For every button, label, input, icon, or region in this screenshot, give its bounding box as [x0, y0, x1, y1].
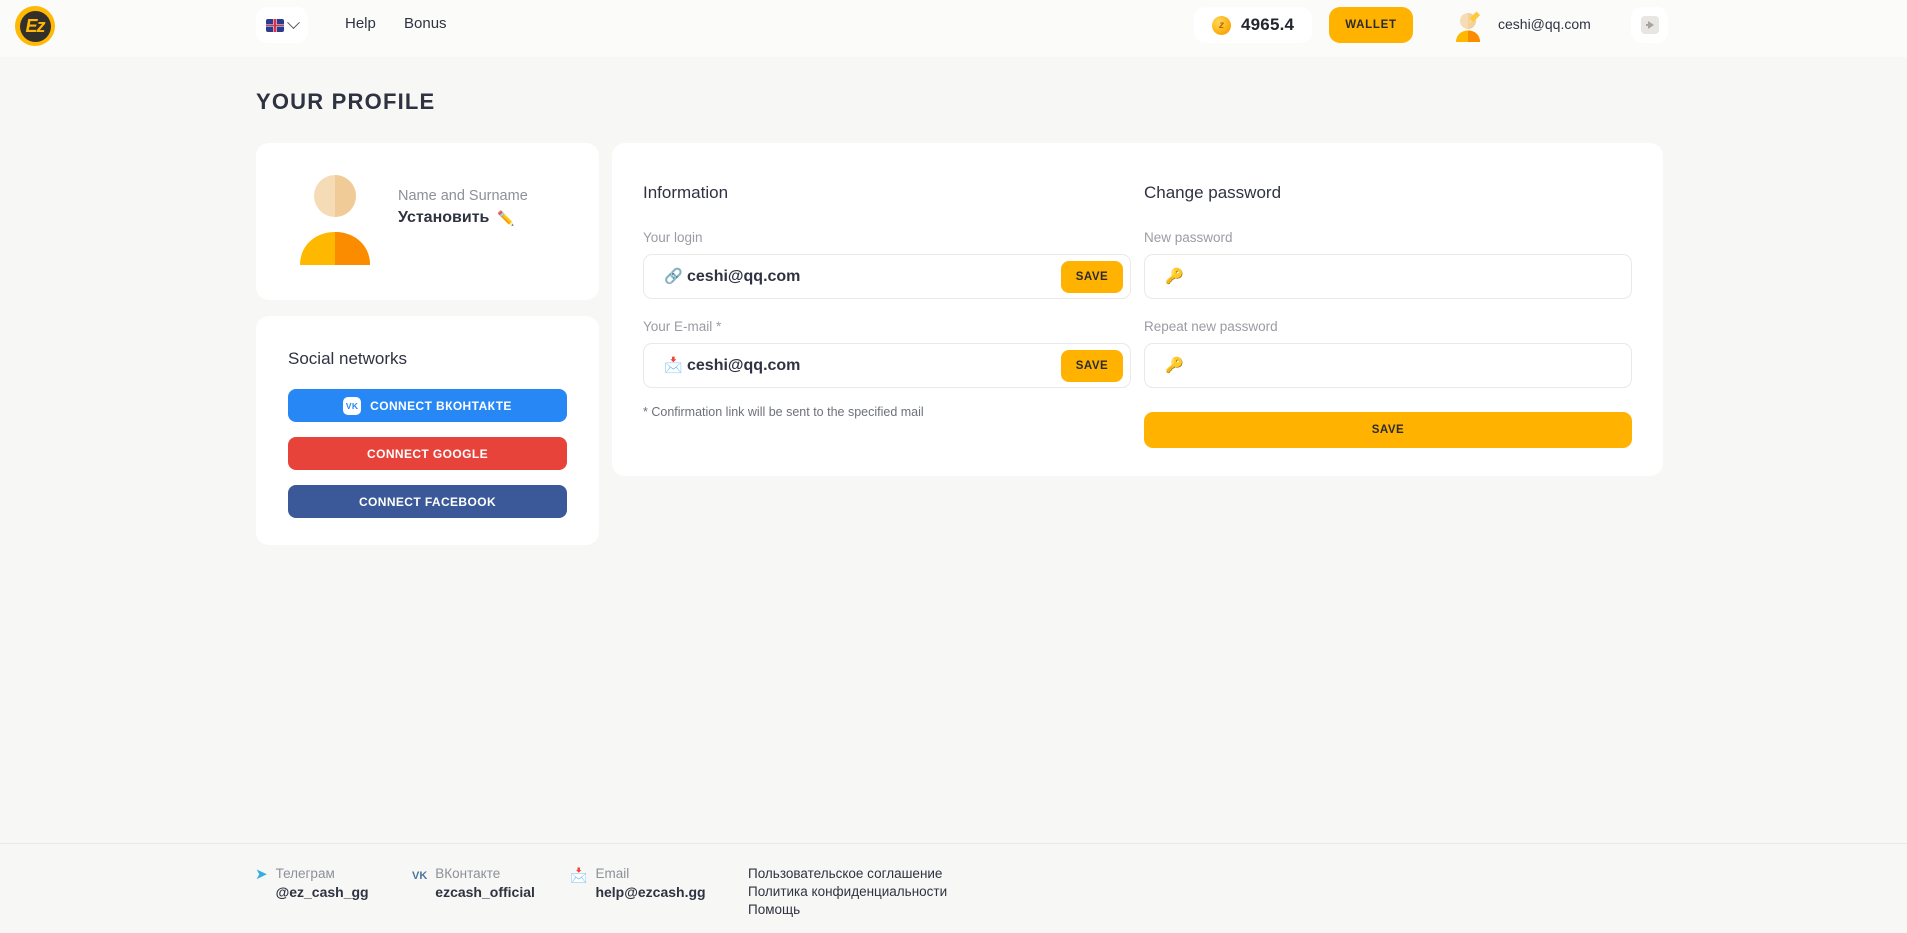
vk-icon: VK — [412, 866, 427, 900]
contact-email-name: Email — [595, 866, 705, 881]
top-header: Ez Help Bonus z 4965.4 WALLET ceshi@qq.c… — [0, 0, 1907, 57]
site-logo[interactable]: Ez — [15, 6, 55, 46]
contact-telegram-block: Телеграм @ez_cash_gg — [276, 866, 369, 900]
nav-link-bonus[interactable]: Bonus — [404, 15, 447, 32]
logout-icon — [1641, 16, 1659, 34]
repeat-password-label: Repeat new password — [1144, 319, 1632, 334]
email-save-button[interactable]: SAVE — [1061, 350, 1123, 382]
contact-email-value[interactable]: help@ezcash.gg — [595, 884, 705, 900]
connect-facebook-label: CONNECT FACEBOOK — [359, 495, 496, 509]
profile-avatar-icon — [294, 173, 376, 267]
repeat-password-field[interactable]: 🔑 — [1144, 343, 1632, 388]
key-icon: 🔑 — [1165, 358, 1184, 373]
logo-inner-circle: Ez — [20, 11, 51, 42]
balance-value: 4965.4 — [1241, 15, 1294, 35]
page-title: YOUR PROFILE — [256, 89, 435, 115]
telegram-icon: ➤ — [255, 866, 268, 900]
footer-divider — [0, 843, 1907, 844]
contact-vkontakte-name: ВКонтакте — [435, 866, 535, 881]
logout-button[interactable] — [1631, 7, 1668, 43]
contact-telegram: ➤ Телеграм @ez_cash_gg — [255, 866, 369, 900]
uk-flag-icon — [266, 19, 284, 32]
footer-link-privacy-policy[interactable]: Политика конфиденциальности — [748, 884, 947, 899]
connect-facebook-button[interactable]: CONNECT FACEBOOK — [288, 485, 567, 518]
connect-google-button[interactable]: CONNECT GOOGLE — [288, 437, 567, 470]
new-password-label: New password — [1144, 230, 1632, 245]
connect-vkontakte-button[interactable]: VK CONNECT ВКОНТАКТЕ — [288, 389, 567, 422]
connect-google-label: CONNECT GOOGLE — [367, 447, 488, 461]
information-title: Information — [643, 183, 1131, 203]
key-icon: 🔑 — [1165, 269, 1184, 284]
footer-link-help[interactable]: Помощь — [748, 902, 800, 917]
login-field[interactable]: 🔗 SAVE — [643, 254, 1131, 299]
email-field-label: Your E-mail * — [643, 319, 1131, 334]
logout-arrow-glyph — [1648, 21, 1654, 29]
balance-chip[interactable]: z 4965.4 — [1194, 7, 1312, 43]
vk-icon: VK — [343, 397, 361, 415]
login-save-button[interactable]: SAVE — [1061, 261, 1123, 293]
contact-email: 📩 Email help@ezcash.gg — [570, 866, 706, 900]
profile-card: Name and Surname Установить ✏️ — [256, 143, 599, 300]
profile-name-block: Name and Surname Установить ✏️ — [398, 188, 528, 227]
chevron-down-icon — [287, 16, 300, 29]
logo-mark: Ez — [25, 17, 44, 35]
contact-vkontakte-value[interactable]: ezcash_official — [435, 884, 535, 900]
wallet-button[interactable]: WALLET — [1329, 7, 1413, 43]
social-networks-title: Social networks — [288, 349, 407, 369]
change-password-title: Change password — [1144, 183, 1632, 203]
profile-set-name-link[interactable]: Установить ✏️ — [398, 209, 528, 227]
pencil-icon[interactable]: ✏️ — [497, 211, 514, 225]
password-save-button[interactable]: SAVE — [1144, 412, 1632, 448]
email-field[interactable]: 📩 SAVE — [643, 343, 1131, 388]
new-password-input[interactable] — [1188, 268, 1631, 286]
footer-link-user-agreement[interactable]: Пользовательское соглашение — [748, 866, 942, 881]
contact-vkontakte-block: ВКонтакте ezcash_official — [435, 866, 535, 900]
information-section: Information Your login 🔗 SAVE Your E-mai… — [643, 183, 1131, 419]
mail-icon: 📩 — [664, 358, 683, 373]
account-settings-card: Information Your login 🔗 SAVE Your E-mai… — [612, 143, 1663, 476]
change-password-section: Change password New password 🔑 Repeat ne… — [1144, 183, 1632, 448]
contact-email-block: Email help@ezcash.gg — [595, 866, 705, 900]
contact-telegram-name: Телеграм — [276, 866, 369, 881]
header-user-email[interactable]: ceshi@qq.com — [1498, 16, 1591, 32]
coin-icon: z — [1212, 16, 1231, 35]
email-confirmation-hint: * Confirmation link will be sent to the … — [643, 405, 1131, 419]
profile-name-value: Установить — [398, 209, 489, 227]
header-avatar[interactable] — [1448, 6, 1488, 46]
new-password-field[interactable]: 🔑 — [1144, 254, 1632, 299]
contact-vkontakte: VK ВКонтакте ezcash_official — [412, 866, 535, 900]
repeat-password-input[interactable] — [1188, 357, 1631, 375]
connect-vkontakte-label: CONNECT ВКОНТАКТЕ — [370, 399, 512, 413]
profile-name-label: Name and Surname — [398, 188, 528, 204]
link-icon: 🔗 — [664, 269, 683, 284]
social-networks-card: Social networks VK CONNECT ВКОНТАКТЕ CON… — [256, 316, 599, 545]
contact-telegram-value[interactable]: @ez_cash_gg — [276, 884, 369, 900]
nav-link-help[interactable]: Help — [345, 15, 376, 32]
mail-icon: 📩 — [570, 866, 587, 900]
language-selector[interactable] — [256, 7, 308, 43]
login-field-label: Your login — [643, 230, 1131, 245]
